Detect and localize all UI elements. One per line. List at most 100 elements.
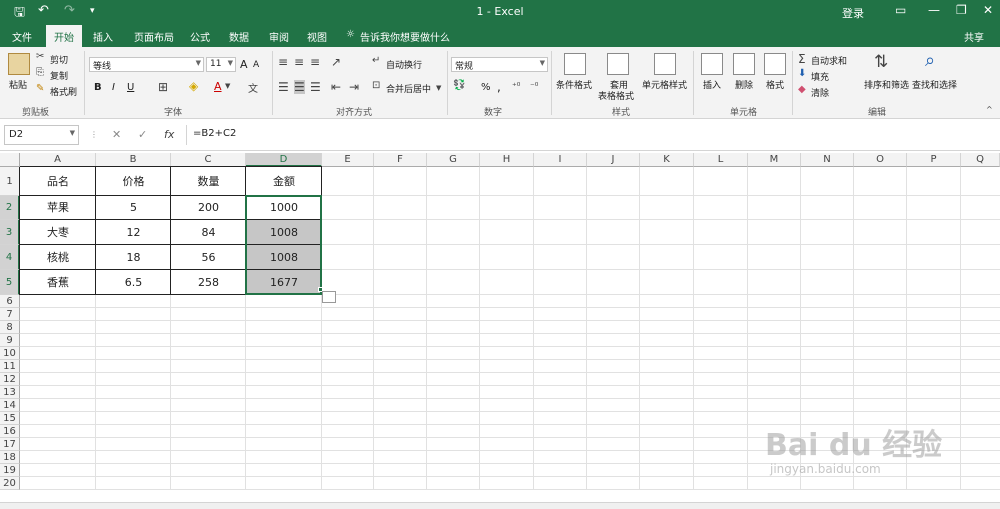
row-header-2[interactable]: 2	[0, 196, 20, 220]
clear-icon[interactable]: ◆	[798, 84, 806, 95]
wrap-text-button[interactable]: 自动换行	[386, 58, 422, 71]
format-painter-icon[interactable]: ✎	[36, 83, 44, 94]
row-header-14[interactable]: 14	[0, 399, 20, 412]
row-header-20[interactable]: 20	[0, 477, 20, 490]
row-header-5[interactable]: 5	[0, 270, 20, 295]
insert-cells-icon[interactable]	[701, 53, 723, 75]
autosum-button[interactable]: 自动求和	[811, 54, 847, 67]
quick-analysis-icon[interactable]	[322, 291, 336, 303]
clear-button[interactable]: 清除	[811, 86, 829, 99]
tab-home[interactable]: 开始	[46, 25, 82, 47]
insert-function-button[interactable]: fx	[164, 128, 174, 141]
column-header-n[interactable]: N	[801, 153, 854, 167]
row-header-8[interactable]: 8	[0, 321, 20, 334]
increase-decimal-icon[interactable]: ⁺⁰	[512, 82, 520, 92]
table-cell[interactable]: 香蕉	[20, 270, 96, 295]
align-bottom-icon[interactable]: ≡	[310, 55, 320, 69]
delete-cells-icon[interactable]	[733, 53, 755, 75]
sort-filter-icon[interactable]: ⇅	[874, 52, 888, 72]
percent-button[interactable]: %	[481, 82, 491, 93]
table-cell[interactable]: 12	[96, 220, 171, 245]
format-as-table-line2[interactable]: 表格格式	[598, 89, 634, 102]
font-name-select[interactable]: 等线 ▼	[89, 57, 204, 72]
table-cell[interactable]: 18	[96, 245, 171, 270]
table-cell[interactable]: 苹果	[20, 196, 96, 220]
indent-decrease-icon[interactable]: ⇤	[331, 80, 341, 94]
delete-cells-button[interactable]: 删除	[735, 78, 753, 91]
paste-button[interactable]: 粘贴	[9, 78, 27, 91]
align-middle-icon[interactable]: ≡	[294, 55, 304, 69]
fill-button[interactable]: 填充	[811, 70, 829, 83]
tab-file[interactable]: 文件	[12, 29, 32, 44]
login-link[interactable]: 登录	[842, 5, 864, 21]
column-header-f[interactable]: F	[374, 153, 427, 167]
find-select-icon[interactable]: ⌕	[925, 50, 935, 71]
column-header-m[interactable]: M	[748, 153, 801, 167]
row-header-16[interactable]: 16	[0, 425, 20, 438]
column-header-i[interactable]: I	[534, 153, 587, 167]
merge-center-icon[interactable]: ⊡	[372, 80, 380, 91]
table-cell[interactable]: 56	[171, 245, 246, 270]
cell-styles-button[interactable]: 单元格样式	[642, 78, 687, 91]
fill-color-icon[interactable]: ◈	[189, 79, 198, 93]
name-box[interactable]: D2 ▼	[4, 125, 79, 145]
cut-button[interactable]: 剪切	[50, 53, 68, 66]
font-size-select[interactable]: 11 ▼	[206, 57, 236, 72]
underline-button[interactable]: U	[127, 82, 134, 93]
restore-button[interactable]: ❐	[956, 3, 967, 17]
sort-filter-button[interactable]: 排序和筛选	[864, 78, 909, 91]
indent-increase-icon[interactable]: ⇥	[349, 80, 359, 94]
column-header-e[interactable]: E	[322, 153, 374, 167]
row-header-7[interactable]: 7	[0, 308, 20, 321]
format-as-table-icon[interactable]	[607, 53, 629, 75]
tab-insert[interactable]: 插入	[93, 29, 113, 44]
grow-font-button[interactable]: A	[240, 58, 248, 71]
tab-formulas[interactable]: 公式	[190, 29, 210, 44]
table-cell[interactable]: 84	[171, 220, 246, 245]
currency-icon[interactable]: 💱	[453, 80, 465, 91]
column-header-b[interactable]: B	[96, 153, 171, 167]
row-header-19[interactable]: 19	[0, 464, 20, 477]
column-header-a[interactable]: A	[20, 153, 96, 167]
column-header-l[interactable]: L	[694, 153, 748, 167]
enter-formula-button[interactable]: ✓	[138, 128, 147, 141]
bold-button[interactable]: B	[94, 82, 102, 93]
table-header-cell[interactable]: 价格	[96, 167, 171, 196]
table-header-cell[interactable]: 金额	[246, 167, 322, 196]
decrease-decimal-icon[interactable]: ⁻⁰	[530, 82, 538, 92]
paste-icon[interactable]	[8, 53, 30, 75]
font-color-button[interactable]: A	[214, 80, 222, 93]
table-cell[interactable]: 200	[171, 196, 246, 220]
tab-view[interactable]: 视图	[307, 29, 327, 44]
column-header-j[interactable]: J	[587, 153, 640, 167]
conditional-format-icon[interactable]	[564, 53, 586, 75]
column-header-q[interactable]: Q	[961, 153, 1000, 167]
row-header-6[interactable]: 6	[0, 295, 20, 308]
format-cells-icon[interactable]	[764, 53, 786, 75]
border-icon[interactable]: ⊞	[158, 80, 168, 94]
column-header-g[interactable]: G	[427, 153, 480, 167]
table-cell[interactable]: 6.5	[96, 270, 171, 295]
row-header-4[interactable]: 4	[0, 245, 20, 270]
merge-center-button[interactable]: 合并后居中	[386, 82, 431, 95]
row-header-12[interactable]: 12	[0, 373, 20, 386]
number-format-select[interactable]: 常规 ▼	[451, 57, 548, 72]
orientation-icon[interactable]: ↗	[331, 55, 341, 69]
cut-icon[interactable]: ✂	[36, 51, 44, 62]
insert-cells-button[interactable]: 插入	[703, 78, 721, 91]
align-center-icon[interactable]: ☰	[294, 80, 305, 94]
format-cells-button[interactable]: 格式	[766, 78, 784, 91]
column-header-c[interactable]: C	[171, 153, 246, 167]
table-cell[interactable]: 大枣	[20, 220, 96, 245]
row-header-17[interactable]: 17	[0, 438, 20, 451]
column-header-p[interactable]: P	[907, 153, 961, 167]
row-header-9[interactable]: 9	[0, 334, 20, 347]
tab-review[interactable]: 审阅	[269, 29, 289, 44]
chevron-down-icon[interactable]: ▼	[436, 84, 441, 92]
select-all-corner[interactable]	[0, 153, 20, 167]
tab-data[interactable]: 数据	[229, 29, 249, 44]
cancel-formula-button[interactable]: ✕	[112, 128, 121, 141]
row-header-3[interactable]: 3	[0, 220, 20, 245]
comma-button[interactable]: ,	[497, 80, 501, 94]
row-header-15[interactable]: 15	[0, 412, 20, 425]
